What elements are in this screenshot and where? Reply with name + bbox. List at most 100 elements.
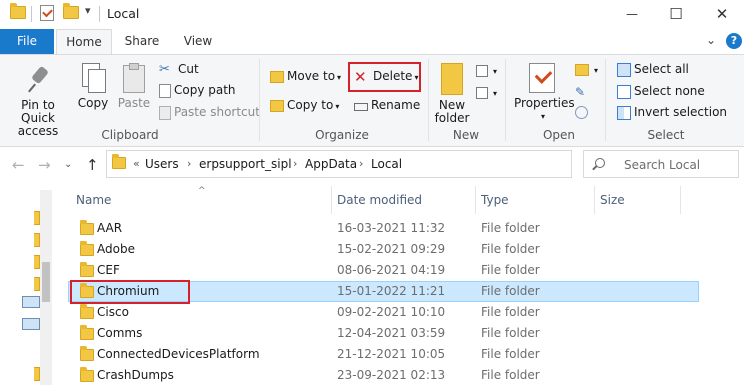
column-divider[interactable] bbox=[594, 186, 595, 214]
this-pc-icon[interactable] bbox=[22, 296, 40, 308]
column-type-header[interactable]: Type bbox=[481, 193, 509, 207]
forward-arrow-icon[interactable]: → bbox=[38, 156, 51, 174]
divider bbox=[31, 6, 32, 22]
chevron-right-icon[interactable]: › bbox=[293, 157, 297, 170]
select-none-button[interactable]: Select none bbox=[617, 82, 705, 100]
paste-icon bbox=[121, 63, 147, 93]
rename-icon bbox=[354, 102, 368, 111]
invert-selection-label: Invert selection bbox=[634, 105, 728, 119]
copy-path-icon bbox=[159, 83, 171, 98]
list-item[interactable]: Adobe 15-02-2021 09:29 File folder bbox=[68, 239, 699, 260]
breadcrumb-users[interactable]: Users bbox=[145, 157, 179, 171]
tab-share[interactable]: Share bbox=[120, 29, 164, 54]
select-all-button[interactable]: Select all bbox=[617, 60, 689, 78]
list-item[interactable]: ConnectedDevicesPlatform 21-12-2021 10:0… bbox=[68, 344, 699, 365]
folder-icon bbox=[80, 262, 94, 277]
delete-highlight-box bbox=[348, 62, 421, 92]
open-button[interactable]: ▾ bbox=[575, 60, 598, 78]
column-divider[interactable] bbox=[475, 186, 476, 214]
network-icon[interactable] bbox=[22, 318, 40, 330]
move-to-icon bbox=[270, 70, 284, 83]
cut-button[interactable]: ✂ Cut bbox=[159, 60, 199, 78]
column-divider[interactable] bbox=[331, 186, 332, 214]
minimize-button[interactable]: — bbox=[610, 0, 654, 29]
scrollbar-thumb[interactable] bbox=[42, 262, 50, 302]
file-date: 21-12-2021 10:05 bbox=[337, 347, 446, 361]
edit-button[interactable]: ✎ bbox=[575, 82, 594, 100]
open-folder-icon bbox=[575, 63, 589, 76]
paste-button[interactable]: Paste bbox=[116, 63, 152, 110]
column-divider[interactable] bbox=[680, 186, 681, 214]
new-item-icon bbox=[476, 64, 488, 77]
new-folder-quick-access-icon[interactable] bbox=[63, 3, 79, 19]
column-name-header[interactable]: Name bbox=[76, 193, 111, 207]
quick-access-dropdown-icon[interactable]: ▾ bbox=[85, 4, 91, 17]
list-item[interactable]: Cisco 09-02-2021 10:10 File folder bbox=[68, 302, 699, 323]
overflow-icon[interactable]: « bbox=[133, 157, 140, 170]
file-name: CEF bbox=[97, 263, 120, 277]
recent-locations-icon[interactable]: ⌄ bbox=[64, 159, 72, 170]
new-folder-button[interactable]: New folder bbox=[432, 63, 472, 125]
tab-home[interactable]: Home bbox=[56, 29, 112, 55]
easy-access-button[interactable]: ▾ bbox=[476, 83, 497, 101]
list-item[interactable]: Comms 12-04-2021 03:59 File folder bbox=[68, 323, 699, 344]
file-name: Cisco bbox=[97, 305, 129, 319]
tab-view[interactable]: View bbox=[176, 29, 220, 54]
folder-icon bbox=[80, 325, 94, 340]
new-folder-label-2: folder bbox=[434, 111, 470, 125]
properties-quick-access-icon[interactable] bbox=[40, 5, 54, 21]
easy-access-icon bbox=[476, 86, 488, 99]
invert-selection-button[interactable]: Invert selection bbox=[617, 103, 727, 121]
pin-to-quick-access-button[interactable]: Pin to Quick access bbox=[4, 65, 72, 138]
cut-label: Cut bbox=[178, 62, 199, 76]
new-item-button[interactable]: ▾ bbox=[476, 61, 497, 79]
group-divider bbox=[428, 59, 429, 141]
column-date-header[interactable]: Date modified bbox=[337, 193, 422, 207]
folder-icon bbox=[80, 241, 94, 256]
paste-shortcut-icon bbox=[159, 105, 171, 120]
chevron-right-icon[interactable]: › bbox=[187, 157, 191, 170]
select-all-icon bbox=[617, 62, 631, 77]
maximize-button[interactable]: ☐ bbox=[654, 0, 698, 29]
properties-label: Properties bbox=[514, 96, 575, 110]
address-bar[interactable]: « Users › erpsupport_sipl › AppData › Lo… bbox=[106, 150, 667, 178]
properties-icon bbox=[529, 63, 555, 93]
list-item[interactable]: CEF 08-06-2021 04:19 File folder bbox=[68, 260, 699, 281]
list-item[interactable]: AAR 16-03-2021 11:32 File folder bbox=[68, 218, 699, 239]
breadcrumb-erpsupport-sipl[interactable]: erpsupport_sipl bbox=[199, 157, 292, 171]
group-divider bbox=[259, 59, 260, 141]
chevron-right-icon[interactable]: › bbox=[359, 157, 363, 170]
tab-file[interactable]: File bbox=[0, 29, 54, 54]
paste-shortcut-button[interactable]: Paste shortcut bbox=[159, 103, 260, 121]
search-input[interactable]: Search Local bbox=[624, 158, 700, 172]
breadcrumb-local[interactable]: Local bbox=[371, 157, 402, 171]
pin-label-2: access bbox=[17, 124, 59, 138]
ribbon-tabs: File Home Share View ⌄ bbox=[0, 29, 744, 55]
history-button[interactable] bbox=[575, 103, 591, 121]
copy-button[interactable]: Copy bbox=[76, 63, 110, 110]
up-arrow-icon[interactable]: ↑ bbox=[86, 156, 99, 174]
back-arrow-icon[interactable]: ← bbox=[12, 156, 25, 174]
properties-button[interactable]: Properties ▾ bbox=[514, 63, 575, 123]
ribbon-expand-icon[interactable]: ⌄ bbox=[706, 33, 716, 47]
breadcrumb-appdata[interactable]: AppData bbox=[305, 157, 357, 171]
paste-shortcut-label: Paste shortcut bbox=[174, 105, 260, 119]
window-title: Local bbox=[107, 6, 140, 21]
search-box[interactable]: Search Local bbox=[583, 150, 739, 178]
help-icon[interactable]: ? bbox=[726, 33, 742, 49]
copy-path-button[interactable]: Copy path bbox=[159, 81, 236, 99]
copy-to-button[interactable]: Copy to ▾ bbox=[270, 96, 339, 114]
file-type: File folder bbox=[481, 263, 540, 277]
file-type: File folder bbox=[481, 368, 540, 382]
folder-icon bbox=[80, 367, 94, 382]
close-button[interactable]: ✕ bbox=[700, 0, 744, 29]
rename-button[interactable]: Rename bbox=[354, 96, 420, 114]
title-bar: ▾ Local — ☐ ✕ bbox=[0, 0, 744, 29]
file-date: 15-02-2021 09:29 bbox=[337, 242, 446, 256]
move-to-button[interactable]: Move to ▾ bbox=[270, 67, 341, 85]
group-label-organize: Organize bbox=[315, 128, 369, 142]
navigation-scrollbar[interactable] bbox=[40, 190, 52, 385]
column-size-header[interactable]: Size bbox=[600, 193, 625, 207]
list-item[interactable]: CrashDumps 23-09-2021 02:13 File folder bbox=[68, 365, 699, 385]
file-type: File folder bbox=[481, 242, 540, 256]
